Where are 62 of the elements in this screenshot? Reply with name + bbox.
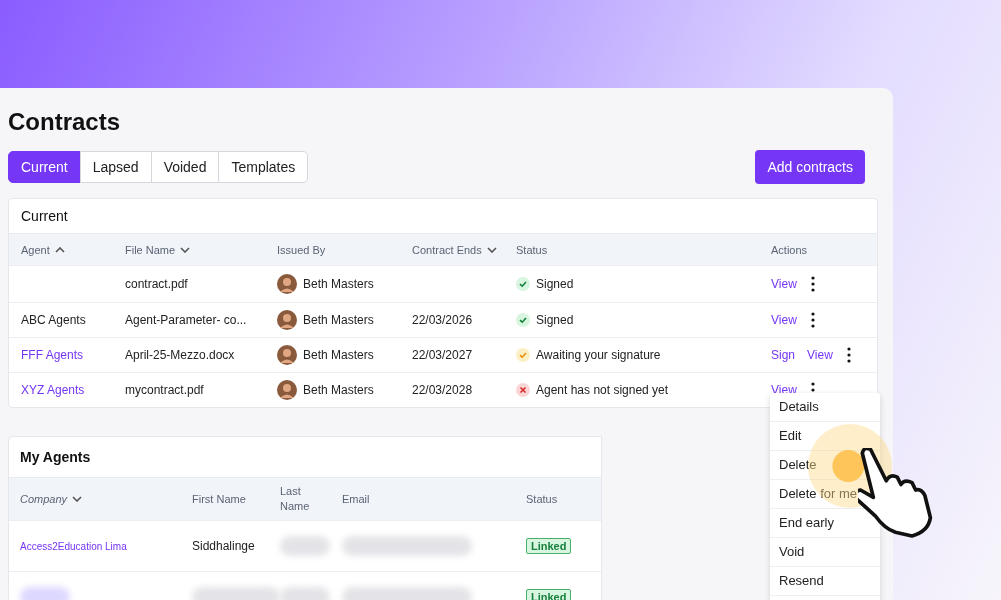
issuer-name: Beth Masters xyxy=(303,383,374,397)
status-text: Agent has not signed yet xyxy=(536,383,669,397)
action-link[interactable]: Sign xyxy=(771,348,796,362)
agent-link[interactable]: XYZ Agents xyxy=(21,383,85,397)
action-link[interactable]: View xyxy=(807,348,833,362)
column-header[interactable]: File Name xyxy=(125,243,176,256)
card-title: Current xyxy=(20,207,69,226)
file-name: mycontract.pdf xyxy=(125,383,204,397)
column-header: Status xyxy=(516,243,548,256)
cross-status-icon xyxy=(516,383,530,397)
card-title: My Agents xyxy=(19,448,92,467)
tab[interactable]: Current xyxy=(8,151,81,183)
agent-name: ABC Agents xyxy=(21,313,86,327)
sort-down-icon[interactable] xyxy=(486,246,497,253)
sort-up-icon[interactable] xyxy=(54,246,65,253)
menu-item[interactable]: Details xyxy=(770,393,880,422)
column-header: Issued By xyxy=(277,243,326,256)
column-header[interactable]: Agent xyxy=(21,243,50,256)
sort-down-icon[interactable] xyxy=(180,246,191,253)
status-text: Signed xyxy=(536,313,574,327)
check-status-icon xyxy=(516,277,530,291)
menu-item[interactable]: Resend xyxy=(770,567,880,596)
status-text: Signed xyxy=(536,277,574,291)
column-header: Last Name xyxy=(280,483,311,514)
avatar-icon xyxy=(277,310,297,330)
file-name: Agent-Parameter- co... xyxy=(125,313,247,327)
column-header[interactable]: Contract Ends xyxy=(412,243,482,256)
company-link[interactable]: Access2Education Lima xyxy=(20,540,127,552)
first-name: Siddhalinge xyxy=(192,539,255,553)
file-name: contract.pdf xyxy=(125,277,188,291)
column-header[interactable]: Company xyxy=(20,493,68,505)
status-badge: Linked xyxy=(526,538,572,554)
column-header: Email xyxy=(342,493,370,505)
tab[interactable]: Templates xyxy=(218,151,309,183)
action-link[interactable]: View xyxy=(771,313,797,327)
tab[interactable]: Voided xyxy=(150,151,220,183)
column-header: First Name xyxy=(192,493,246,505)
more-icon[interactable] xyxy=(810,312,815,328)
avatar-icon xyxy=(277,274,297,294)
issuer-name: Beth Masters xyxy=(303,313,374,327)
check-status-icon xyxy=(516,313,530,327)
issuer-name: Beth Masters xyxy=(303,348,374,362)
page-title: Contracts xyxy=(7,107,122,137)
check-status-icon xyxy=(516,348,530,362)
menu-item[interactable]: Void xyxy=(770,538,880,567)
issuer-name: Beth Masters xyxy=(303,277,374,291)
more-icon[interactable] xyxy=(846,347,851,363)
action-link[interactable]: View xyxy=(771,277,797,291)
avatar-icon xyxy=(277,380,297,400)
tab[interactable]: Lapsed xyxy=(79,151,152,183)
column-header: Status xyxy=(526,493,558,505)
end-date: 22/03/2028 xyxy=(412,383,473,397)
add-contracts-button[interactable]: Add contracts xyxy=(755,150,865,184)
end-date: 22/03/2026 xyxy=(412,313,473,327)
status-text: Awaiting your signature xyxy=(536,348,661,362)
agent-link[interactable]: FFF Agents xyxy=(21,348,84,362)
avatar-icon xyxy=(277,345,297,365)
more-icon[interactable] xyxy=(810,276,815,292)
file-name: April-25-Mezzo.docx xyxy=(125,348,235,362)
end-date: 22/03/2027 xyxy=(412,348,473,362)
sort-down-icon[interactable] xyxy=(72,496,83,502)
column-header: Actions xyxy=(771,243,808,256)
